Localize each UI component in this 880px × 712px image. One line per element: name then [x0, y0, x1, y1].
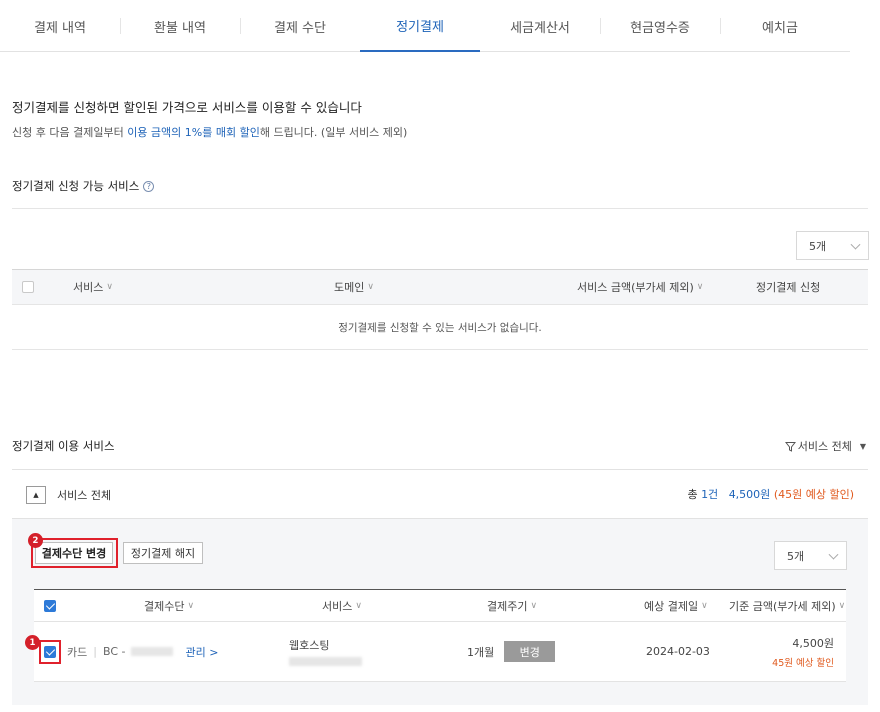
chevron-down-icon: ∨: [187, 600, 195, 611]
help-icon[interactable]: ?: [143, 180, 155, 192]
summary-discount: (45원 예상 할인): [773, 488, 854, 501]
discount-note: 45원 예상 할인: [772, 657, 834, 669]
active-services-title: 정기결제 이용 서비스: [12, 439, 115, 453]
collapse-toggle-button[interactable]: ▲: [26, 486, 46, 504]
active-table-header: 결제수단 ∨ 서비스 ∨ 결제주기 ∨ 예상 결제일 ∨ 기준 금액(부가세 제외) ∨: [34, 589, 846, 622]
chevron-down-icon: ∨: [696, 282, 704, 292]
service-filter-dropdown[interactable]: 서비스 전체 ▼: [784, 438, 866, 454]
tab-payment-history[interactable]: 결제 내역: [0, 0, 120, 52]
active-page-size-select[interactable]: 5개: [774, 541, 847, 570]
base-amount-value: 4,500원: [792, 636, 834, 650]
separator: |: [93, 645, 97, 658]
available-services-label: 정기결제 신청 가능 서비스: [12, 179, 140, 193]
col-active-service-header[interactable]: 서비스 ∨: [322, 590, 362, 621]
col-base-amount-header[interactable]: 기준 금액(부가세 제외) ∨: [729, 590, 845, 621]
active-select-all-checkbox[interactable]: [44, 599, 56, 612]
available-page-size-value: 5개: [809, 239, 827, 253]
promo-subtitle: 신청 후 다음 결제일부터 이용 금액의 1%를 매회 할인해 드립니다. (일…: [12, 124, 407, 140]
tab-tax-invoice[interactable]: 세금계산서: [480, 0, 600, 52]
group-summary: 총 1건 4,500원 (45원 예상 할인): [687, 486, 854, 502]
available-select-all-checkbox[interactable]: [22, 281, 34, 293]
step-badge-2: 2: [28, 533, 43, 548]
tab-payment-methods[interactable]: 결제 수단: [240, 0, 360, 52]
masked-service-detail: [289, 657, 362, 666]
billing-tabs: 결제 내역 환불 내역 결제 수단 정기결제 세금계산서 현금영수증 예치금: [0, 0, 850, 52]
tab-deposit[interactable]: 예치금: [720, 0, 840, 52]
tab-cash-receipt[interactable]: 현금영수증: [600, 0, 720, 52]
expected-date-value: 2024-02-03: [646, 645, 710, 658]
card-prefix: BC -: [102, 645, 126, 658]
chevron-down-icon: ∨: [530, 600, 538, 611]
caret-down-icon: ▼: [859, 441, 866, 451]
table-row: 카드 | BC - 관리 > 웹호스팅 1개월 변경 2024-02-03 4,…: [34, 622, 846, 682]
tab-refund-history[interactable]: 환불 내역: [120, 0, 240, 52]
highlight-box-row-checkbox: [39, 640, 61, 664]
group-label: 서비스 전체: [57, 489, 112, 502]
tab-recurring-payment[interactable]: 정기결제: [360, 0, 480, 52]
chevron-down-icon: ∨: [106, 282, 113, 292]
summary-count: 1건: [701, 488, 719, 501]
chevron-down-icon: ∨: [701, 600, 708, 611]
col-service-header[interactable]: 서비스 ∨: [73, 270, 113, 304]
col-expected-date-header[interactable]: 예상 결제일 ∨: [644, 590, 708, 621]
promo-title: 정기결제를 신청하면 할인된 가격으로 서비스를 이용할 수 있습니다: [12, 100, 362, 115]
available-table-header: 서비스 ∨ 도메인 ∨ 서비스 금액(부가세 제외) ∨ 정기결제 신청: [12, 269, 868, 305]
available-empty-message: 정기결제를 신청할 수 있는 서비스가 없습니다.: [12, 305, 868, 350]
payment-method-type: 카드: [67, 645, 88, 659]
change-cycle-button[interactable]: 변경: [504, 641, 556, 662]
available-page-size-select[interactable]: 5개: [796, 231, 869, 260]
service-group-header: ▲ 서비스 전체 총 1건 4,500원 (45원 예상 할인): [12, 469, 868, 519]
masked-card-number: [131, 647, 174, 656]
chevron-down-icon: [828, 549, 839, 560]
promo-sub-highlight: 이용 금액의 1%를 매회 할인: [127, 126, 260, 139]
chevron-down-icon: ∨: [367, 282, 374, 292]
section-divider: [12, 208, 868, 209]
service-name: 웹호스팅: [289, 639, 330, 652]
chevron-down-icon: ∨: [838, 600, 846, 611]
col-payment-method-header[interactable]: 결제수단 ∨: [144, 590, 194, 621]
chevron-down-icon: [850, 239, 861, 250]
service-filter-label: 서비스 전체: [797, 440, 852, 453]
col-domain-header[interactable]: 도메인 ∨: [334, 270, 374, 304]
highlight-box-change-method: [31, 538, 118, 568]
summary-total-prefix: 총: [687, 488, 702, 501]
chevron-down-icon: ∨: [355, 600, 362, 611]
promo-sub-suffix: 해 드립니다. (일부 서비스 제외): [259, 126, 408, 139]
active-page-size-value: 5개: [787, 549, 805, 563]
manage-payment-link[interactable]: 관리 >: [185, 644, 218, 660]
available-services-title: 정기결제 신청 가능 서비스 ?: [12, 178, 155, 194]
col-apply-header: 정기결제 신청: [756, 281, 821, 294]
billing-cycle-value: 1개월: [467, 645, 495, 659]
col-service-amount-header[interactable]: 서비스 금액(부가세 제외) ∨: [577, 270, 703, 304]
step-badge-1: 1: [25, 635, 40, 650]
cancel-recurring-button[interactable]: 정기결제 해지: [123, 542, 203, 564]
filter-icon: [784, 441, 796, 452]
col-billing-cycle-header[interactable]: 결제주기 ∨: [487, 590, 537, 621]
summary-amount: 4,500원: [728, 488, 771, 501]
promo-sub-prefix: 신청 후 다음 결제일부터: [12, 126, 128, 139]
